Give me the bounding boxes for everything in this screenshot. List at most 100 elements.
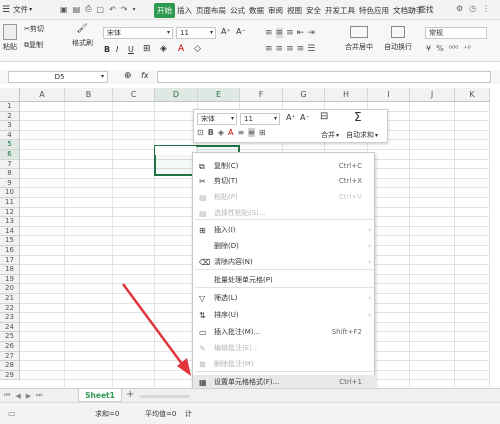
open-icon[interactable]: ▤: [73, 5, 81, 14]
macro-icon[interactable]: ▭: [8, 409, 16, 418]
row-header-29[interactable]: 29: [0, 370, 20, 381]
font-grow-button[interactable]: A⁺: [221, 27, 231, 36]
row-header-19[interactable]: 19: [0, 274, 20, 285]
merge-center-button[interactable]: 合并居中: [345, 26, 373, 52]
row-header-7[interactable]: 7: [0, 159, 20, 170]
context-menu-item-10[interactable]: ▭ 插入批注(M)... Shift+F2: [193, 325, 376, 340]
row-header-26[interactable]: 26: [0, 342, 20, 352]
undo-icon[interactable]: ↶: [109, 5, 116, 14]
row-header-10[interactable]: 10: [0, 188, 20, 198]
ribbon-tab-5[interactable]: 审阅: [266, 5, 285, 16]
row-header-6[interactable]: 6: [0, 150, 20, 160]
row-header-22[interactable]: 22: [0, 303, 20, 314]
first-sheet-icon[interactable]: ⏮: [4, 391, 10, 400]
row-header-13[interactable]: 13: [0, 217, 20, 227]
context-menu-item-1[interactable]: ✂ 剪切(T) Ctrl+X: [193, 174, 376, 189]
mini-align-left-icon[interactable]: ≡: [237, 128, 244, 137]
row-header-15[interactable]: 15: [0, 236, 20, 246]
column-header-d[interactable]: D: [155, 88, 198, 102]
mini-merge-button[interactable]: 合并 ▾: [321, 130, 339, 140]
font-shrink-button[interactable]: A⁻: [236, 27, 246, 36]
indent-decrease-icon[interactable]: ⇤: [297, 28, 305, 38]
row-header-23[interactable]: 23: [0, 313, 20, 323]
ribbon-tab-1[interactable]: 插入: [175, 5, 194, 16]
mini-align-center-icon[interactable]: ≡: [248, 128, 255, 137]
context-menu-item-5[interactable]: 删除(D) ›: [193, 239, 376, 254]
italic-button[interactable]: I: [116, 45, 118, 54]
indent-increase-icon[interactable]: ⇥: [307, 28, 315, 38]
column-header-i[interactable]: I: [368, 88, 410, 102]
copy-button[interactable]: ⧉ 复制: [24, 40, 43, 50]
fill-color-icon[interactable]: ◈: [160, 44, 167, 54]
font-name-select[interactable]: 宋体 ▾: [103, 27, 173, 39]
ribbon-tab-7[interactable]: 安全: [304, 5, 323, 16]
prev-sheet-icon[interactable]: ◀: [15, 392, 20, 400]
file-menu[interactable]: ☰ 文件 ▾: [2, 4, 32, 15]
ribbon-tab-6[interactable]: 视图: [285, 5, 304, 16]
format-painter-button[interactable]: 🖌 格式刷: [72, 24, 93, 48]
decimal-increase-icon[interactable]: ⁺⁰: [463, 44, 470, 53]
mini-border-style-icon[interactable]: ⊡: [197, 128, 204, 137]
align-left-icon[interactable]: ≡: [265, 44, 273, 54]
column-header-b[interactable]: B: [65, 88, 113, 102]
row-header-3[interactable]: 3: [0, 121, 20, 131]
preview-icon[interactable]: ▢: [97, 5, 105, 14]
sigma-icon[interactable]: Σ: [354, 110, 362, 124]
distribute-icon[interactable]: ☰: [307, 44, 315, 54]
paste-button[interactable]: 粘贴: [3, 24, 17, 52]
fx-button[interactable]: fx: [141, 71, 149, 80]
align-right-icon[interactable]: ≡: [286, 44, 294, 54]
column-header-f[interactable]: F: [240, 88, 283, 102]
select-all-corner[interactable]: [0, 88, 20, 102]
mini-fill-color-icon[interactable]: ◈: [218, 128, 224, 137]
row-header-8[interactable]: 8: [0, 169, 20, 179]
row-header-9[interactable]: 9: [0, 178, 20, 189]
column-header-g[interactable]: G: [283, 88, 325, 102]
row-header-17[interactable]: 17: [0, 255, 20, 266]
last-sheet-icon[interactable]: ⏭: [36, 391, 42, 400]
next-sheet-icon[interactable]: ▶: [26, 392, 31, 400]
share-icon[interactable]: ◷: [469, 4, 476, 13]
align-center-icon[interactable]: ≡: [276, 44, 284, 54]
ribbon-tab-4[interactable]: 数据: [247, 5, 266, 16]
context-menu-item-8[interactable]: ▽ 筛选(L) ›: [193, 291, 376, 306]
ribbon-tab-3[interactable]: 公式: [228, 5, 247, 16]
mini-bold-button[interactable]: B: [208, 128, 214, 137]
print-icon[interactable]: ⎙: [85, 4, 91, 14]
wrap-text-button[interactable]: 自动换行: [384, 26, 412, 52]
ribbon-tab-8[interactable]: 开发工具: [323, 5, 357, 16]
save-icon[interactable]: ▣: [60, 5, 68, 14]
search-box[interactable]: ⌕ 查找: [412, 4, 433, 15]
align-middle-icon[interactable]: ≡: [275, 28, 284, 38]
name-box[interactable]: D5 ▾: [8, 71, 108, 83]
currency-icon[interactable]: ¥: [426, 44, 431, 53]
context-menu-item-0[interactable]: ⧉ 复制(C) Ctrl+C: [193, 159, 376, 174]
mini-font-color-icon[interactable]: A: [228, 128, 233, 137]
border-icon[interactable]: ⊞: [143, 44, 151, 54]
column-header-j[interactable]: J: [410, 88, 455, 102]
row-header-2[interactable]: 2: [0, 111, 20, 122]
row-header-28[interactable]: 28: [0, 361, 20, 371]
thousands-icon[interactable]: ⁰⁰⁰: [449, 44, 459, 53]
clear-format-icon[interactable]: ◇: [194, 44, 201, 54]
justify-icon[interactable]: ≡: [297, 44, 305, 54]
context-menu-item-4[interactable]: ⊞ 插入(I) ›: [193, 223, 376, 238]
row-header-14[interactable]: 14: [0, 226, 20, 237]
column-header-c[interactable]: C: [113, 88, 155, 102]
magnifier-icon[interactable]: ⊕: [124, 71, 132, 81]
ribbon-tab-2[interactable]: 页面布局: [194, 5, 228, 16]
add-sheet-button[interactable]: +: [126, 389, 134, 400]
row-header-27[interactable]: 27: [0, 351, 20, 362]
column-header-a[interactable]: A: [20, 88, 65, 102]
mini-grow-button[interactable]: A⁺: [286, 113, 296, 122]
settings-icon[interactable]: ⚙: [456, 4, 463, 13]
cut-button[interactable]: ✂ 剪切: [24, 24, 44, 34]
underline-button[interactable]: U: [128, 45, 134, 54]
row-header-12[interactable]: 12: [0, 207, 20, 218]
column-header-e[interactable]: E: [198, 88, 240, 102]
mini-font-size[interactable]: 11 ▾: [240, 113, 280, 125]
chevron-down-icon[interactable]: ▾: [133, 6, 136, 13]
column-header-k[interactable]: K: [455, 88, 490, 102]
font-color-icon[interactable]: A: [178, 44, 184, 54]
context-menu-item-7[interactable]: 批量处理单元格(P): [193, 273, 376, 288]
